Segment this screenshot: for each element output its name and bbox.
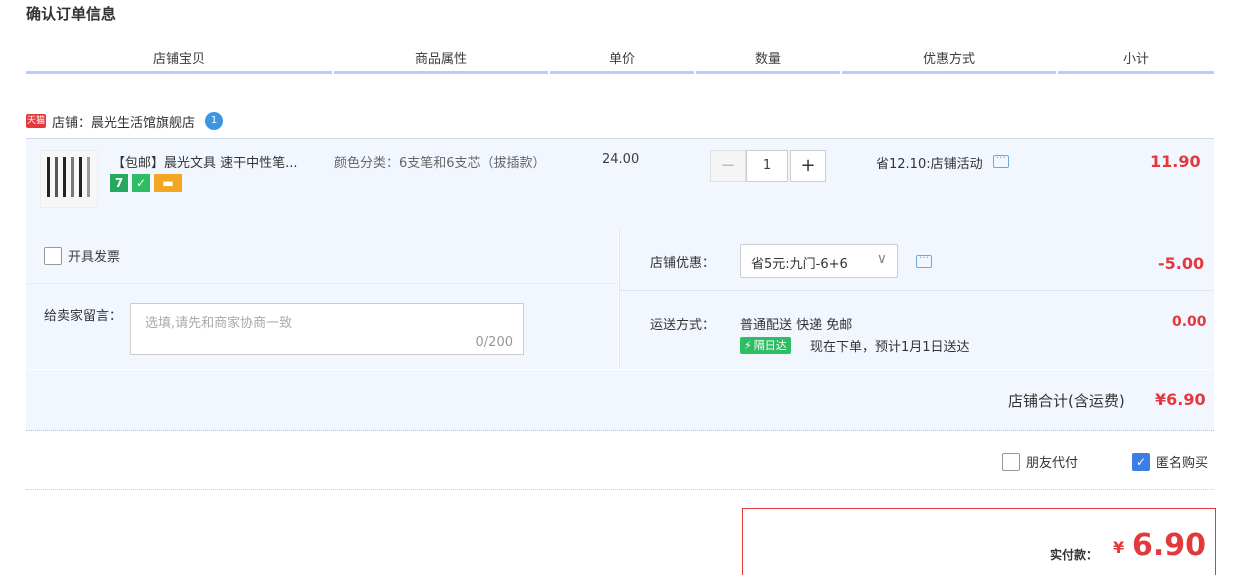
next-day-badge: ⚡ 隔日达	[740, 337, 791, 354]
message-placeholder: 选填,请先和商家协商一致	[145, 316, 293, 331]
next-day-label: 隔日达	[753, 339, 787, 352]
anonymous-checkbox[interactable]: ✓	[1132, 452, 1150, 471]
anonymous-purchase-option[interactable]: ✓ 匿名购买	[1132, 452, 1208, 471]
message-counter: 0/200	[475, 335, 513, 350]
col-quantity: 数量	[754, 52, 781, 67]
lightning-icon: ⚡	[744, 339, 752, 352]
friend-pay-checkbox[interactable]	[1002, 452, 1020, 471]
friend-pay-option[interactable]: 朋友代付	[1002, 452, 1078, 471]
invoice-option[interactable]: 开具发票	[44, 246, 120, 265]
store-total-amount: ¥6.90	[1155, 390, 1206, 409]
seven-day-return-icon: 7	[110, 174, 128, 192]
col-unit-price: 单价	[608, 52, 635, 67]
unit-price: 24.00	[602, 152, 640, 167]
page-title: 确认订单信息	[26, 5, 117, 23]
anonymous-label: 匿名购买	[1156, 456, 1209, 471]
store-promo-amount: -5.00	[1158, 254, 1205, 273]
col-bar	[334, 71, 548, 74]
credit-card-icon: ▬	[154, 174, 182, 192]
store-promo-selected: 省5元:九门-6+6	[751, 257, 848, 272]
shipping-label: 运送方式：	[650, 318, 716, 333]
shop-name[interactable]: 店铺：晨光生活馆旗舰店	[52, 112, 195, 131]
shipping-method: 普通配送 快递 免邮	[740, 318, 853, 333]
col-bar	[1058, 71, 1214, 74]
shield-guarantee-icon: ✓	[132, 174, 150, 192]
item-promo: 省12.10:店铺活动	[876, 150, 1009, 172]
wangwang-chat-icon[interactable]: 1	[205, 112, 224, 130]
divider	[26, 489, 1214, 490]
store-promo-label: 店铺优惠：	[650, 256, 716, 271]
divider	[620, 290, 1214, 291]
col-bar	[842, 71, 1056, 74]
quantity-input[interactable]: 1	[746, 150, 788, 182]
col-attributes: 商品属性	[414, 52, 467, 67]
promo-info-icon[interactable]	[916, 250, 932, 268]
seller-message-input[interactable]: 选填,请先和商家协商一致 0/200	[130, 303, 524, 355]
qty-increase-button[interactable]: +	[790, 150, 826, 182]
service-badges: 7 ✓ ▬	[110, 174, 182, 192]
col-discount: 优惠方式	[922, 52, 975, 67]
chevron-down-icon: ∨	[876, 251, 887, 267]
col-bar	[26, 71, 332, 74]
qty-decrease-button[interactable]: −	[710, 150, 746, 182]
product-attribute: 颜色分类：6支笔和6支芯（拔插款）	[334, 156, 546, 171]
payment-currency: ¥	[1113, 538, 1125, 557]
product-thumbnail[interactable]	[40, 150, 98, 208]
invoice-label: 开具发票	[68, 250, 121, 265]
payment-label: 实付款：	[1050, 548, 1099, 562]
shipping-amount: 0.00	[1172, 314, 1207, 330]
store-promo-select[interactable]: 省5元:九门-6+6 ∨	[740, 244, 898, 278]
promo-detail-icon[interactable]	[992, 150, 1009, 168]
col-bar	[550, 71, 694, 74]
shipping-eta: 现在下单，预计1月1日送达	[810, 340, 970, 355]
invoice-checkbox[interactable]	[44, 246, 62, 265]
item-promo-text: 省12.10:店铺活动	[876, 157, 983, 172]
col-subtotal: 小计	[1122, 52, 1149, 67]
payment-amount: 6.90	[1132, 528, 1207, 563]
store-total-label: 店铺合计(含运费)	[1008, 392, 1125, 410]
friend-pay-label: 朋友代付	[1026, 456, 1079, 471]
tmall-icon: 天猫	[26, 114, 46, 128]
divider	[619, 229, 620, 369]
col-shop-item: 店铺宝贝	[152, 52, 205, 67]
item-subtotal: 11.90	[1150, 152, 1201, 171]
col-bar	[696, 71, 840, 74]
product-name-link[interactable]: 【包邮】晨光文具 速干中性笔...	[112, 152, 298, 171]
message-label: 给卖家留言：	[44, 309, 123, 324]
shop-row: 天猫 店铺：晨光生活馆旗舰店 1	[26, 110, 224, 132]
